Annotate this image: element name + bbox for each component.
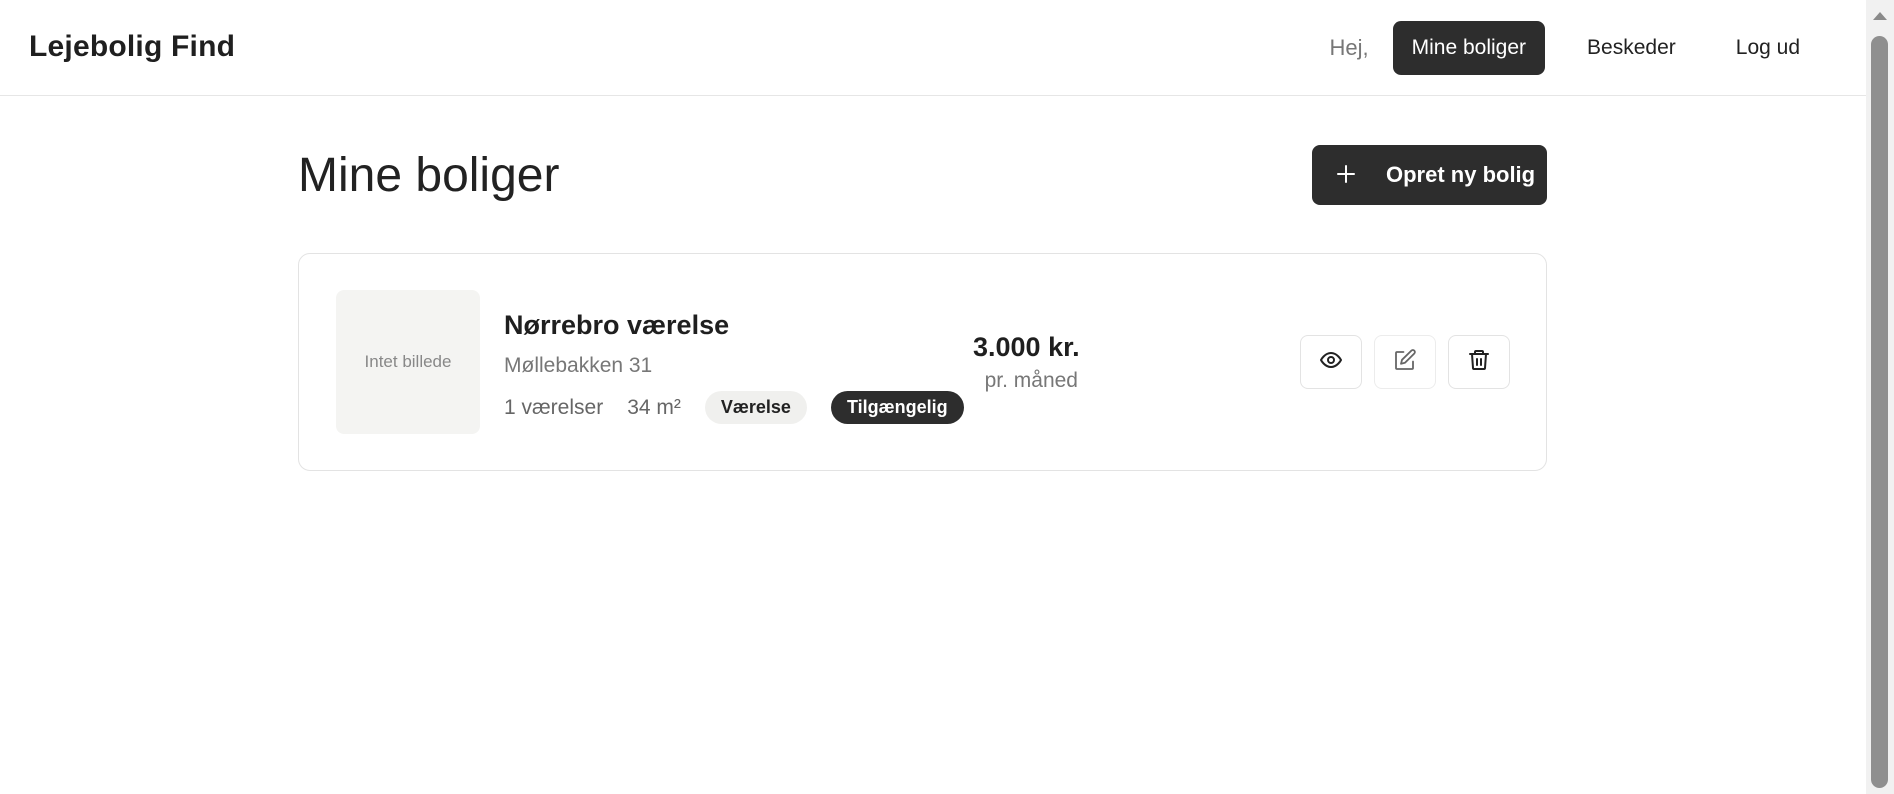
- nav-my-listings[interactable]: Mine boliger: [1392, 21, 1546, 75]
- listing-meta: 1 værelser 34 m² Værelse Tilgængelig: [504, 391, 964, 424]
- listing-image-placeholder: Intet billede: [336, 290, 480, 434]
- scrollbar-thumb[interactable]: [1871, 36, 1888, 788]
- listing-actions: [1288, 335, 1510, 389]
- greeting-text: Hej,: [1329, 35, 1369, 60]
- page: Lejebolig Find Hej, Mine boliger Beskede…: [0, 0, 1894, 794]
- edit-icon: [1393, 348, 1417, 377]
- create-listing-button[interactable]: Opret ny bolig: [1312, 145, 1547, 205]
- plus-icon: [1336, 161, 1360, 189]
- delete-listing-button[interactable]: [1448, 335, 1510, 389]
- listing-info: Nørrebro værelse Møllebakken 31 1 værels…: [504, 310, 964, 424]
- brand-logo-text[interactable]: Lejebolig Find: [29, 30, 235, 64]
- listing-type-badge: Værelse: [704, 391, 807, 424]
- listing-rooms: 1 værelser: [504, 395, 604, 419]
- view-listing-button[interactable]: [1300, 335, 1362, 389]
- no-image-text: Intet billede: [364, 352, 452, 371]
- nav-logout[interactable]: Log ud: [1718, 21, 1818, 75]
- listing-size: 34 m²: [627, 395, 681, 419]
- top-header: Lejebolig Find Hej, Mine boliger Beskede…: [0, 0, 1866, 96]
- listing-price-period: pr. måned: [984, 369, 1078, 392]
- listing-address: Møllebakken 31: [504, 354, 653, 377]
- listing-card: Intet billede Nørrebro værelse Møllebakk…: [298, 253, 1547, 471]
- edit-listing-button[interactable]: [1374, 335, 1436, 389]
- create-listing-label: Opret ny bolig: [1386, 162, 1536, 187]
- trash-icon: [1467, 348, 1491, 377]
- listing-price-block: 3.000 kr. pr. måned: [973, 332, 1080, 393]
- vertical-scrollbar[interactable]: [1866, 0, 1894, 794]
- page-title: Mine boliger: [298, 149, 560, 202]
- scroll-up-arrow-icon[interactable]: [1873, 12, 1887, 20]
- main-nav: Hej, Mine boliger Beskeder Log ud: [1330, 21, 1818, 75]
- nav-messages[interactable]: Beskeder: [1569, 21, 1694, 75]
- eye-icon: [1319, 348, 1343, 377]
- listing-status-badge: Tilgængelig: [830, 391, 964, 424]
- listing-title: Nørrebro værelse: [504, 310, 730, 340]
- listing-price: 3.000 kr.: [973, 332, 1080, 362]
